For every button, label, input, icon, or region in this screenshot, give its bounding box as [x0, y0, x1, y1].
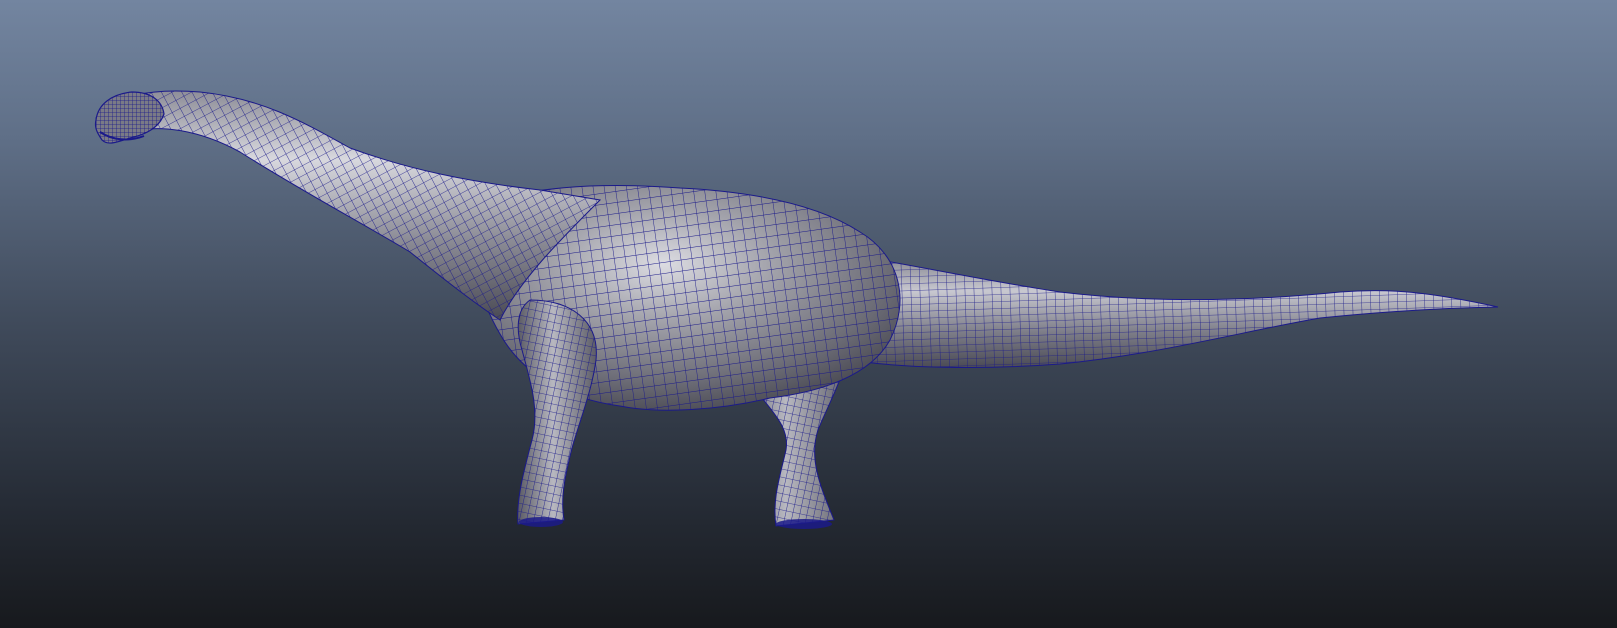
maya-viewport[interactable]: [0, 0, 1617, 628]
dinosaur-mesh-model[interactable]: [0, 0, 1617, 628]
model-front-leg[interactable]: [517, 299, 597, 525]
model-head[interactable]: [94, 91, 165, 144]
model-tail[interactable]: [819, 249, 1499, 368]
